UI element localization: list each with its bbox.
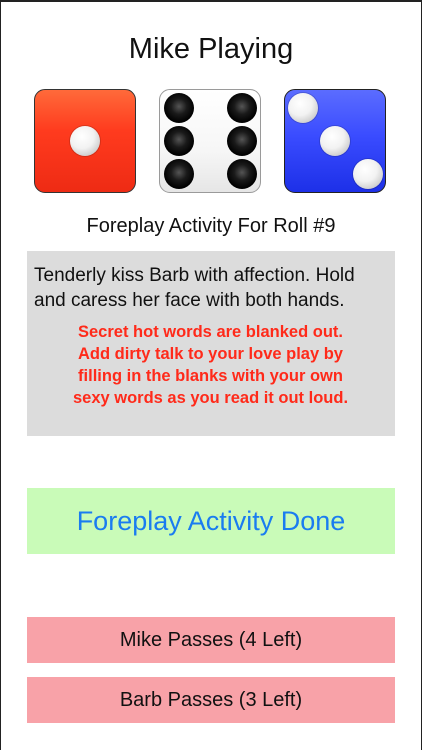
die-pip [288,93,318,123]
die-pip [70,126,100,156]
page-title: Mike Playing [128,33,294,65]
game-screen: Mike Playing Foreplay Activity For Roll … [0,0,422,750]
die-pip [164,126,194,156]
blue-die[interactable] [284,89,386,193]
foreplay-activity-done-button[interactable]: Foreplay Activity Done [27,488,395,554]
die-pip [164,159,194,189]
dice-row [0,89,422,195]
roll-label: Foreplay Activity For Roll #9 [86,215,336,237]
red-die[interactable] [34,89,136,193]
activity-box: Tenderly kiss Barb with affection. Hold … [27,251,395,436]
die-pip [227,126,257,156]
secret-note: Secret hot words are blanked out. Add di… [72,323,349,407]
die-pip [353,159,383,189]
mike-passes-button[interactable]: Mike Passes (4 Left) [27,617,395,663]
die-pip [164,93,194,123]
top-border [0,0,422,2]
barb-passes-button[interactable]: Barb Passes (3 Left) [27,677,395,723]
white-die[interactable] [159,89,261,193]
activity-text: Tenderly kiss Barb with affection. Hold … [34,265,355,311]
die-pip [227,159,257,189]
die-pip [227,93,257,123]
die-pip [320,126,350,156]
